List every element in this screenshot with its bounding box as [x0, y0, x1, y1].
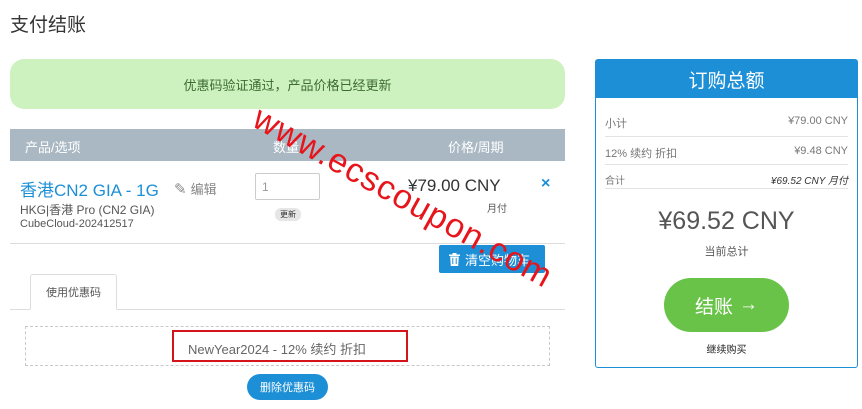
edit-label: 编辑: [190, 182, 217, 197]
success-alert: 优惠码验证通过，产品价格已经更新: [10, 59, 565, 109]
summary-divider: [605, 136, 848, 137]
summary-label: 小计: [605, 118, 627, 130]
checkout-label: 结账: [694, 296, 733, 318]
summary-value: ¥79.00 CNY: [788, 115, 848, 127]
remove-promo-button[interactable]: 删除优惠码: [247, 374, 328, 400]
tab-promo-code[interactable]: 使用优惠码: [30, 274, 117, 310]
total-amount: ¥69.52 CNY: [658, 207, 795, 235]
edit-link[interactable]: ✎ 编辑: [174, 179, 217, 198]
order-summary-panel: 订购总额 小计 ¥79.00 CNY 12% 续约 折扣 ¥9.48 CNY 合…: [595, 59, 858, 368]
alert-message: 优惠码验证通过，产品价格已经更新: [183, 77, 392, 93]
total-label: 当前总计: [704, 246, 749, 258]
summary-row-subtotal: 小计 ¥79.00 CNY: [605, 115, 848, 131]
summary-row-total: 合计 ¥69.52 CNY 月付: [605, 172, 848, 187]
trash-icon: [449, 252, 460, 266]
billing-cycle: 月付: [487, 204, 507, 215]
summary-label: 合计: [605, 176, 625, 187]
summary-row-discount: 12% 续约 折扣 ¥9.48 CNY: [605, 145, 848, 161]
update-quantity-button[interactable]: 更新: [275, 208, 301, 221]
header-product: 产品/选项: [25, 140, 81, 155]
header-price: 价格/周期: [448, 140, 504, 155]
summary-divider: [605, 164, 848, 165]
continue-shopping-link[interactable]: 继续购买: [596, 341, 857, 356]
summary-title: 订购总额: [596, 60, 857, 98]
applied-promo-text: NewYear2024 - 12% 续约 折扣: [188, 342, 366, 357]
arrow-right-icon: →: [739, 294, 758, 315]
summary-value: ¥9.48 CNY: [794, 145, 848, 157]
quantity-input[interactable]: [255, 173, 320, 200]
summary-value: ¥69.52 CNY 月付: [770, 176, 848, 187]
remove-item-icon[interactable]: ×: [541, 175, 550, 193]
product-hostname: CubeCloud-202412517: [20, 218, 134, 230]
summary-divider: [605, 188, 848, 189]
product-name-link[interactable]: 香港CN2 GIA - 1G: [20, 176, 159, 201]
page-title: 支付结账: [10, 15, 87, 36]
pencil-icon: ✎: [174, 180, 187, 198]
summary-label: 12% 续约 折扣: [605, 148, 678, 160]
product-description: HKG|香港 Pro (CN2 GIA): [20, 203, 155, 217]
checkout-button[interactable]: 结账 →: [664, 278, 789, 332]
